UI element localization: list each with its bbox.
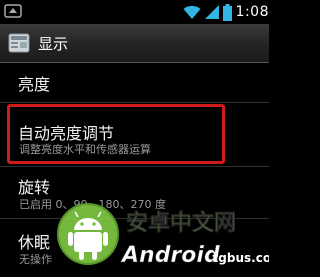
android-watermark-logo: 安卓中文网 Android .tgbus.com bbox=[57, 203, 269, 268]
setting-brightness[interactable]: 亮度 bbox=[0, 63, 269, 102]
wifi-icon bbox=[183, 5, 201, 19]
screen: 1:08 显示 亮度 自动亮度调节 调整亮度水平和传感器运算 旋转 已启用 0、… bbox=[0, 0, 269, 277]
notification-icon bbox=[4, 4, 22, 18]
page-title: 显示 bbox=[38, 35, 69, 53]
battery-icon bbox=[222, 3, 232, 21]
title-bar: 显示 bbox=[0, 24, 269, 63]
status-bar: 1:08 bbox=[0, 0, 269, 24]
watermark-line1: 安卓中文网 bbox=[126, 210, 236, 236]
clock: 1:08 bbox=[235, 4, 269, 20]
highlight-box bbox=[7, 104, 225, 164]
setting-rotation-title: 旋转 bbox=[18, 178, 51, 197]
watermark-line3: .tgbus.com bbox=[208, 251, 269, 265]
setting-brightness-title: 亮度 bbox=[18, 75, 51, 94]
signal-icon bbox=[204, 5, 219, 19]
display-settings-icon bbox=[8, 33, 30, 53]
status-icons: 1:08 bbox=[183, 2, 269, 22]
setting-sleep-summary: 无操作 bbox=[19, 253, 52, 266]
watermark-line2: Android bbox=[120, 243, 220, 268]
setting-sleep-title: 休眠 bbox=[18, 233, 51, 252]
